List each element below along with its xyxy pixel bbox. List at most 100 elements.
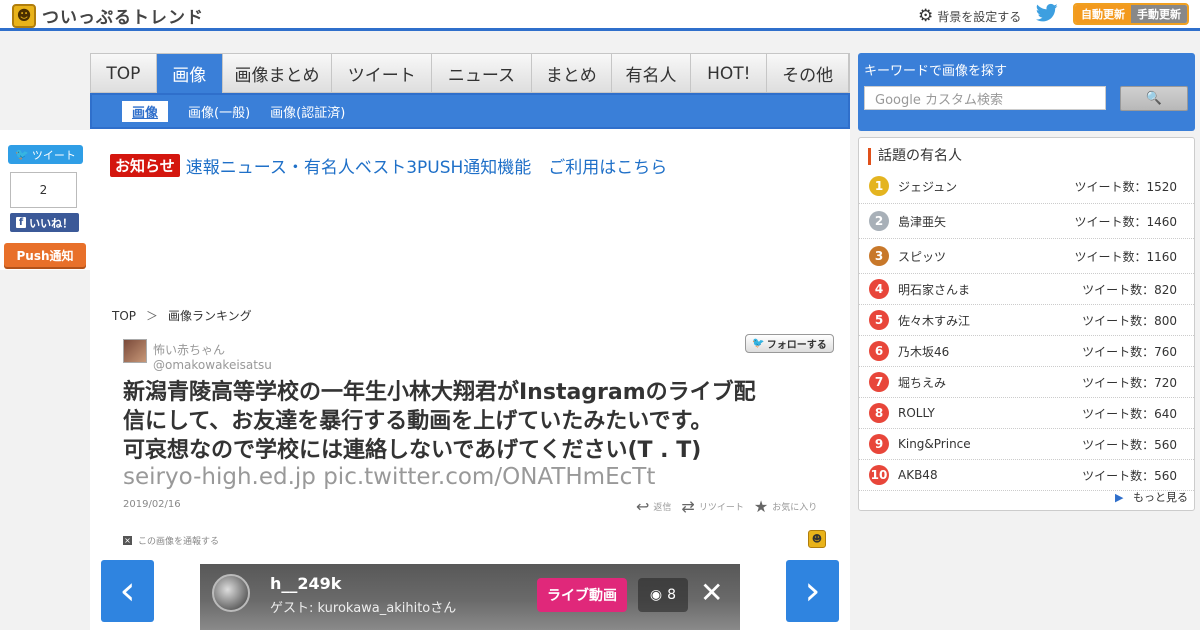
tweet-count: ツイート数：760 (1082, 343, 1177, 360)
tweet-share-button[interactable]: 🐦 ツイート (8, 145, 83, 164)
nav-tab[interactable]: ニュース (432, 54, 532, 93)
image-live-badge: ライブ動画 (537, 578, 627, 612)
image-search-panel: キーワードで画像を探す Google カスタム検索 🔍 (858, 53, 1195, 131)
rank-badge: 5 (869, 310, 889, 330)
reply-button[interactable]: ↩ 返信 (636, 497, 671, 516)
nav-tab[interactable]: その他 (767, 54, 849, 93)
background-setting-link[interactable]: ⚙ 背景を設定する (918, 6, 1021, 26)
nav-tab[interactable]: 画像 (156, 54, 223, 93)
rank-badge: 6 (869, 341, 889, 361)
sub-nav: 画像 画像(一般) 画像(認証済) (90, 93, 850, 129)
list-item[interactable]: 9 King&Prince ツイート数：560 (859, 429, 1194, 460)
avatar[interactable] (123, 339, 147, 363)
list-item[interactable]: 4 明石家さんま ツイート数：820 (859, 274, 1194, 305)
image-avatar (212, 574, 250, 612)
rank-badge: 1 (869, 176, 889, 196)
nav-tab[interactable]: まとめ (532, 54, 612, 93)
twitter-bird-icon[interactable] (1035, 3, 1058, 28)
tweet-count-prefix: ツイート数： (1082, 468, 1155, 483)
list-item[interactable]: 7 堀ちえみ ツイート数：720 (859, 367, 1194, 398)
celebrity-name[interactable]: AKB48 (898, 468, 938, 482)
close-icon: × (123, 536, 132, 545)
triangle-right-icon: ▶ (1115, 491, 1124, 504)
logo-icon: ☻ (808, 530, 826, 548)
tweet-count-prefix: ツイート数： (1082, 282, 1155, 297)
list-item[interactable]: 2 島津亜矢 ツイート数：1460 (859, 204, 1194, 239)
favorite-button[interactable]: ★ お気に入り (754, 497, 817, 516)
list-item[interactable]: 1 ジェジュン ツイート数：1520 (859, 169, 1194, 204)
tweet-count-value: 800 (1154, 313, 1177, 328)
manual-update-button[interactable]: 手動更新 (1131, 5, 1187, 23)
rank-badge: 10 (869, 465, 889, 485)
retweet-button[interactable]: ⇄ リツイート (681, 497, 743, 516)
gear-icon: ⚙ (918, 6, 934, 26)
follow-button[interactable]: 🐦 フォローする (745, 334, 834, 353)
tweet-count-prefix: ツイート数： (1082, 344, 1155, 359)
nav-tab[interactable]: TOP (91, 54, 157, 93)
tweet-count-prefix: ツイート数： (1074, 249, 1147, 264)
author-handle[interactable]: @omakowakeisatsu (153, 358, 272, 372)
list-item[interactable]: 6 乃木坂46 ツイート数：760 (859, 336, 1194, 367)
tweet-count-value: 720 (1154, 375, 1177, 390)
auto-update-button[interactable]: 自動更新 (1075, 5, 1131, 23)
notice-link[interactable]: 速報ニュース・有名人ベスト3PUSH通知機能 ご利用はこちら (186, 153, 668, 178)
celebrity-name[interactable]: 佐々木すみ江 (898, 312, 970, 329)
celebrity-name[interactable]: 明石家さんま (898, 281, 970, 298)
image-view-count: ◉ 8 (638, 578, 688, 612)
tweet-line: 新潟青陵高等学校の一年生小林大翔君がInstagramのライブ配 (123, 380, 756, 405)
list-item[interactable]: 8 ROLLY ツイート数：640 (859, 398, 1194, 429)
nav-tab[interactable]: ツイート (332, 54, 433, 93)
star-icon: ★ (753, 497, 769, 516)
search-button[interactable]: 🔍 (1120, 86, 1188, 111)
twitter-bird-icon: 🐦 (15, 148, 29, 161)
author-name[interactable]: 怖い赤ちゃん (153, 341, 225, 358)
subnav-item[interactable]: 画像(認証済) (270, 102, 345, 121)
nav-tab[interactable]: 有名人 (612, 54, 692, 93)
site-logo[interactable]: ☻ ついっぷるトレンド (12, 3, 204, 28)
celebrity-name[interactable]: ROLLY (898, 406, 935, 420)
site-name: ついっぷるトレンド (42, 8, 204, 28)
list-item[interactable]: 5 佐々木すみ江 ツイート数：800 (859, 305, 1194, 336)
tweet-count: ツイート数：1160 (1074, 248, 1177, 265)
celebrity-name[interactable]: ジェジュン (898, 178, 957, 195)
retweet-label: リツイート (698, 503, 744, 513)
search-input[interactable]: Google カスタム検索 (864, 86, 1106, 110)
tweet-actions: ↩ 返信 ⇄ リツイート ★ お気に入り (636, 497, 827, 516)
celebrity-name[interactable]: 堀ちえみ (898, 374, 946, 391)
celebrity-name[interactable]: 乃木坂46 (898, 343, 949, 360)
more-link[interactable]: ▶ もっと見る (1115, 489, 1188, 505)
tweet-image[interactable]: h__249k ゲスト: kurokawa_akihitoさん ライブ動画 ◉ … (200, 564, 740, 630)
tweet-count: ツイート数：820 (1082, 281, 1177, 298)
chevron-left-icon: ‹ (119, 568, 136, 614)
background-setting-label: 背景を設定する (937, 9, 1022, 24)
breadcrumb-current: 画像ランキング (168, 309, 252, 323)
list-item[interactable]: 10 AKB48 ツイート数：560 (859, 460, 1194, 491)
nav-tab[interactable]: 画像まとめ (223, 54, 333, 93)
notice-banner[interactable]: お知らせ 速報ニュース・有名人ベスト3PUSH通知機能 ご利用はこちら (110, 153, 667, 178)
next-image-button[interactable]: › (786, 560, 839, 622)
prev-image-button[interactable]: ‹ (101, 560, 154, 622)
chevron-right-icon: › (804, 568, 821, 614)
tweet-count-value: 820 (1154, 282, 1177, 297)
celebrity-name[interactable]: 島津亜矢 (898, 213, 946, 230)
tweet-link[interactable]: seiryo-high.ed.jp pic.twitter.com/ONATHm… (123, 464, 655, 490)
celebrity-name[interactable]: スピッツ (898, 248, 946, 265)
image-close-icon: ✕ (700, 576, 724, 609)
tweet-date: 2019/02/16 (123, 499, 181, 510)
site-header: ☻ ついっぷるトレンド ⚙ 背景を設定する 自動更新 手動更新 (0, 0, 1200, 31)
favorite-label: お気に入り (772, 503, 818, 513)
facebook-like-button[interactable]: f いいね！ (10, 213, 79, 232)
rank-badge: 3 (869, 246, 889, 266)
push-notification-button[interactable]: Push通知 (4, 243, 86, 267)
celebrity-name[interactable]: King&Prince (898, 437, 971, 451)
facebook-icon: f (15, 217, 27, 228)
nav-tab[interactable]: HOT! (691, 54, 768, 93)
celebrities-title: 話題の有名人 (868, 148, 962, 165)
list-item[interactable]: 3 スピッツ ツイート数：1160 (859, 239, 1194, 274)
subnav-item[interactable]: 画像 (122, 100, 169, 122)
report-link[interactable]: × この画像を通報する (123, 534, 219, 547)
tweet-count-prefix: ツイート数： (1082, 406, 1155, 421)
subnav-item[interactable]: 画像(一般) (188, 102, 250, 121)
breadcrumb-home[interactable]: TOP (112, 309, 136, 323)
tweet-count-prefix: ツイート数： (1074, 179, 1147, 194)
